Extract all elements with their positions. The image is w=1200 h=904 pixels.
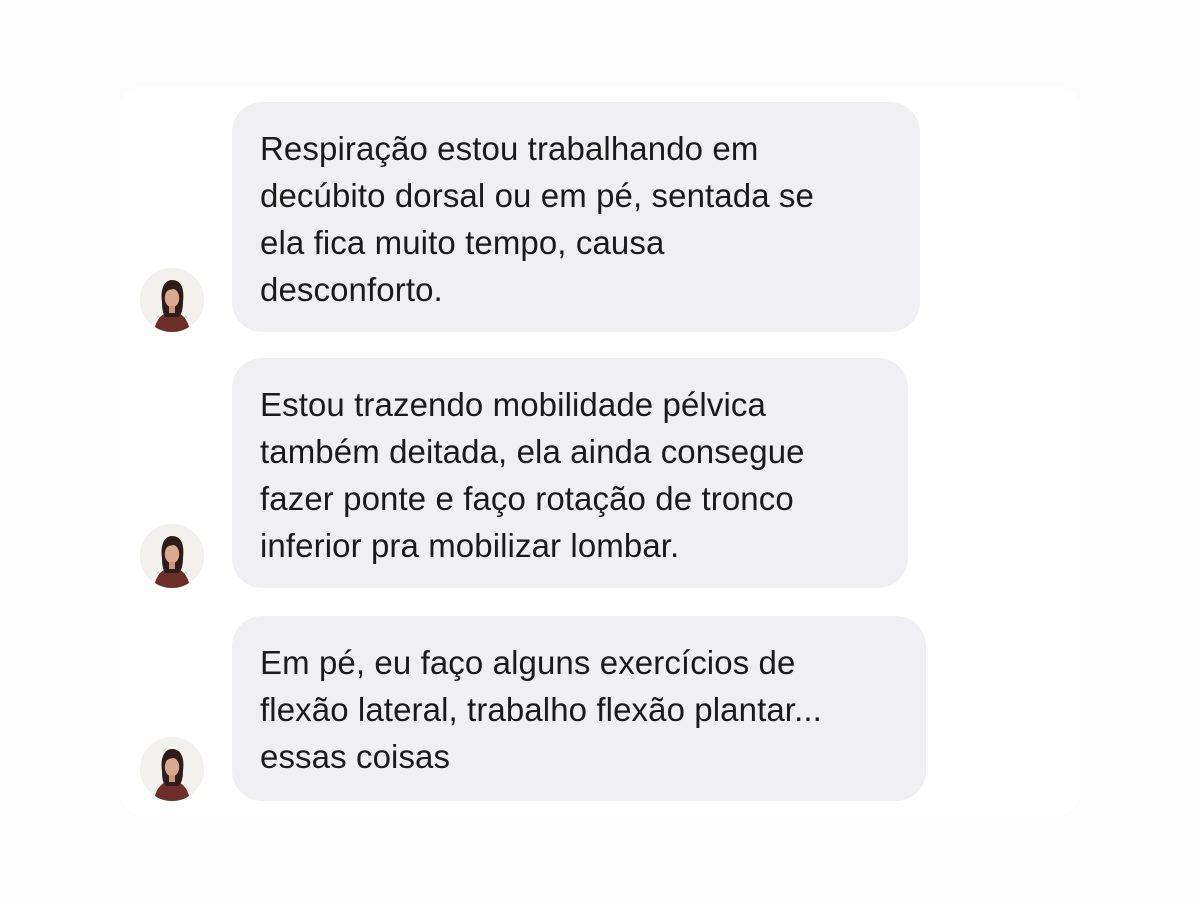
avatar[interactable] — [140, 268, 204, 332]
message-text-line: ela fica muito tempo, causa — [260, 224, 665, 261]
message-text-line: também deitada, ela ainda consegue — [260, 433, 805, 470]
profile-photo-avatar-icon — [140, 737, 204, 801]
message-text-line: Em pé, eu faço alguns exercícios de — [260, 644, 796, 681]
profile-photo-avatar-icon — [140, 524, 204, 588]
message-bubble[interactable]: Respiração estou trabalhando em decúbito… — [232, 102, 920, 332]
message-text-line: decúbito dorsal ou em pé, sentada se — [260, 177, 814, 214]
message-text-line: flexão lateral, trabalho flexão plantar.… — [260, 691, 822, 728]
message-text-line: inferior pra mobilizar lombar. — [260, 527, 680, 564]
profile-photo-avatar-icon — [140, 268, 204, 332]
message-text-line: desconforto. — [260, 271, 443, 308]
message-text-line: fazer ponte e faço rotação de tronco — [260, 480, 794, 517]
avatar[interactable] — [140, 524, 204, 588]
message-bubble[interactable]: Em pé, eu faço alguns exercícios de flex… — [232, 616, 926, 801]
message-text-line: essas coisas — [260, 738, 451, 775]
avatar[interactable] — [140, 737, 204, 801]
message-text-line: Respiração estou trabalhando em — [260, 130, 759, 167]
message-text-line: Estou trazendo mobilidade pélvica — [260, 386, 766, 423]
message-bubble[interactable]: Estou trazendo mobilidade pélvica também… — [232, 358, 908, 588]
